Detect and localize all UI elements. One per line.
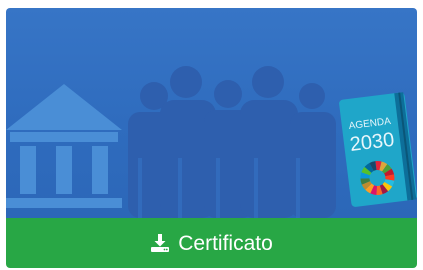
agenda-notebook-icon: AGENDA 2030 [339,92,417,207]
download-button-label: Certificato [178,231,273,255]
building-icon [6,84,122,208]
download-icon [150,233,170,253]
agenda-2030-illustration: AGENDA 2030 [6,8,417,218]
download-certificate-button[interactable]: Certificato [6,218,417,268]
certificate-card: AGENDA 2030 Certificato [0,0,423,270]
people-group-icon [128,66,336,218]
